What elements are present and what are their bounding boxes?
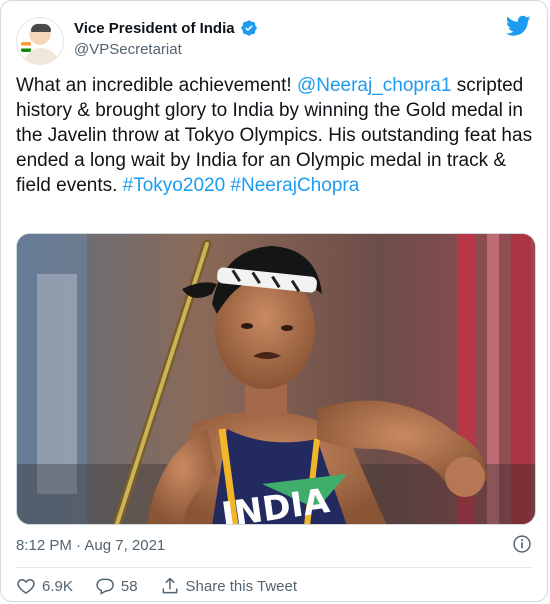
tweet-header: Vice President of India @VPSecretariat: [16, 15, 532, 65]
like-button[interactable]: 6.9K: [16, 576, 73, 596]
hashtag-link[interactable]: #Tokyo2020: [123, 175, 225, 196]
athlete-photo: INDIA: [17, 234, 535, 524]
author-name-row: Vice President of India: [74, 19, 258, 37]
heart-icon: [17, 578, 35, 594]
share-icon: [162, 577, 177, 594]
tweet-timestamp[interactable]: 8:12 PM · Aug 7, 2021: [16, 537, 165, 554]
author-avatar[interactable]: [16, 17, 64, 65]
tweet-text-segment: What an incredible achievement!: [16, 75, 297, 96]
info-icon[interactable]: [512, 534, 532, 554]
tweet-actions-bar: 6.9K 58 Share this Tweet: [16, 575, 319, 597]
reply-button[interactable]: 58: [95, 576, 138, 596]
author-handle[interactable]: @VPSecretariat: [74, 41, 182, 58]
tweet-card[interactable]: Vice President of India @VPSecretariat W…: [0, 0, 548, 602]
reply-bubble-icon: [96, 578, 114, 595]
mention-link[interactable]: @Neeraj_chopra1: [297, 75, 452, 96]
tweet-media-photo[interactable]: INDIA: [16, 233, 536, 525]
author-display-name[interactable]: Vice President of India: [74, 20, 235, 37]
share-label: Share this Tweet: [185, 577, 297, 595]
actions-divider: [16, 567, 532, 568]
share-button[interactable]: Share this Tweet: [160, 576, 297, 596]
twitter-bird-icon[interactable]: [506, 15, 531, 37]
verified-badge-icon: [240, 20, 257, 36]
tweet-text: What an incredible achievement! @Neeraj_…: [16, 73, 536, 198]
like-count: 6.9K: [42, 577, 73, 595]
hashtag-link[interactable]: #NeerajChopra: [230, 175, 359, 196]
reply-count: 58: [120, 577, 138, 595]
